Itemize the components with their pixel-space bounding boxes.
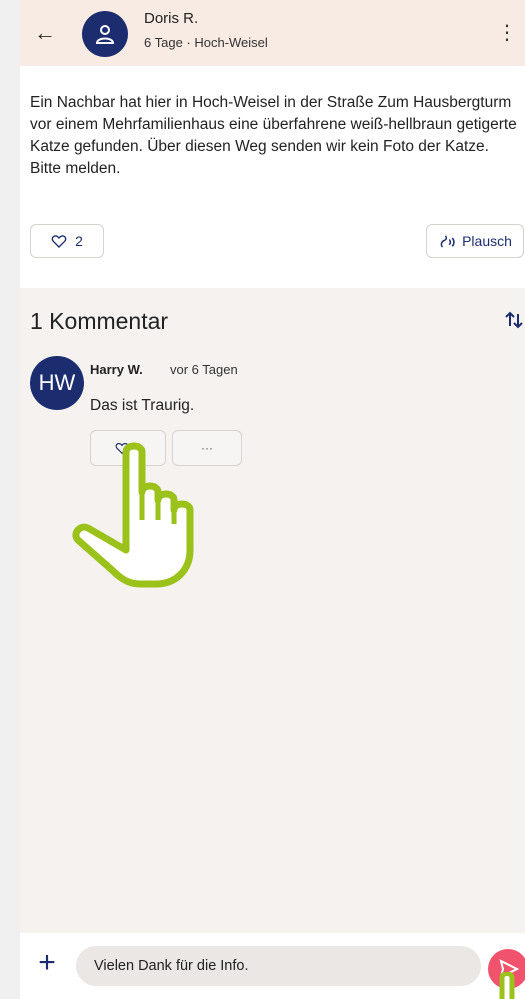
send-icon xyxy=(499,959,520,979)
commenter-avatar[interactable]: HW xyxy=(30,356,84,410)
more-vert-icon[interactable]: ⋮ xyxy=(497,18,517,48)
post-header: ← Doris R. 6 Tage · Hoch-Weisel ⋮ xyxy=(20,0,525,66)
user-icon xyxy=(95,25,115,44)
plausch-button[interactable]: Plausch xyxy=(426,224,524,258)
comment-like-count: 0 xyxy=(134,441,142,455)
comment-text: Das ist Traurig. xyxy=(90,397,195,414)
send-button[interactable] xyxy=(488,949,525,989)
heart-icon xyxy=(115,442,129,455)
comment-author[interactable]: Harry W. xyxy=(90,362,143,377)
post-detail-screen: ← Doris R. 6 Tage · Hoch-Weisel ⋮ Ein Na… xyxy=(20,0,525,999)
heart-icon xyxy=(51,235,67,248)
back-arrow-icon[interactable]: ← xyxy=(32,20,58,46)
post-meta: 6 Tage · Hoch-Weisel xyxy=(144,35,268,50)
plus-icon[interactable]: + xyxy=(32,948,62,979)
sort-icon[interactable] xyxy=(503,308,525,332)
post-like-button[interactable]: 2 xyxy=(30,224,104,258)
post-like-count: 2 xyxy=(75,233,83,249)
comments-heading: 1 Kommentar xyxy=(30,308,169,334)
plausch-label: Plausch xyxy=(462,233,512,249)
post-body: Ein Nachbar hat hier in Hoch-Weisel in d… xyxy=(30,94,517,177)
comment-time: vor 6 Tagen xyxy=(170,362,238,377)
author-avatar[interactable] xyxy=(82,11,128,57)
comment-input[interactable] xyxy=(76,946,481,986)
comment-composer: + xyxy=(20,933,525,999)
chat-wave-icon xyxy=(440,235,455,248)
author-name[interactable]: Doris R. xyxy=(144,10,198,27)
comment-more-button[interactable]: ··· xyxy=(172,430,242,466)
comment-like-button[interactable]: 0 xyxy=(90,430,166,466)
